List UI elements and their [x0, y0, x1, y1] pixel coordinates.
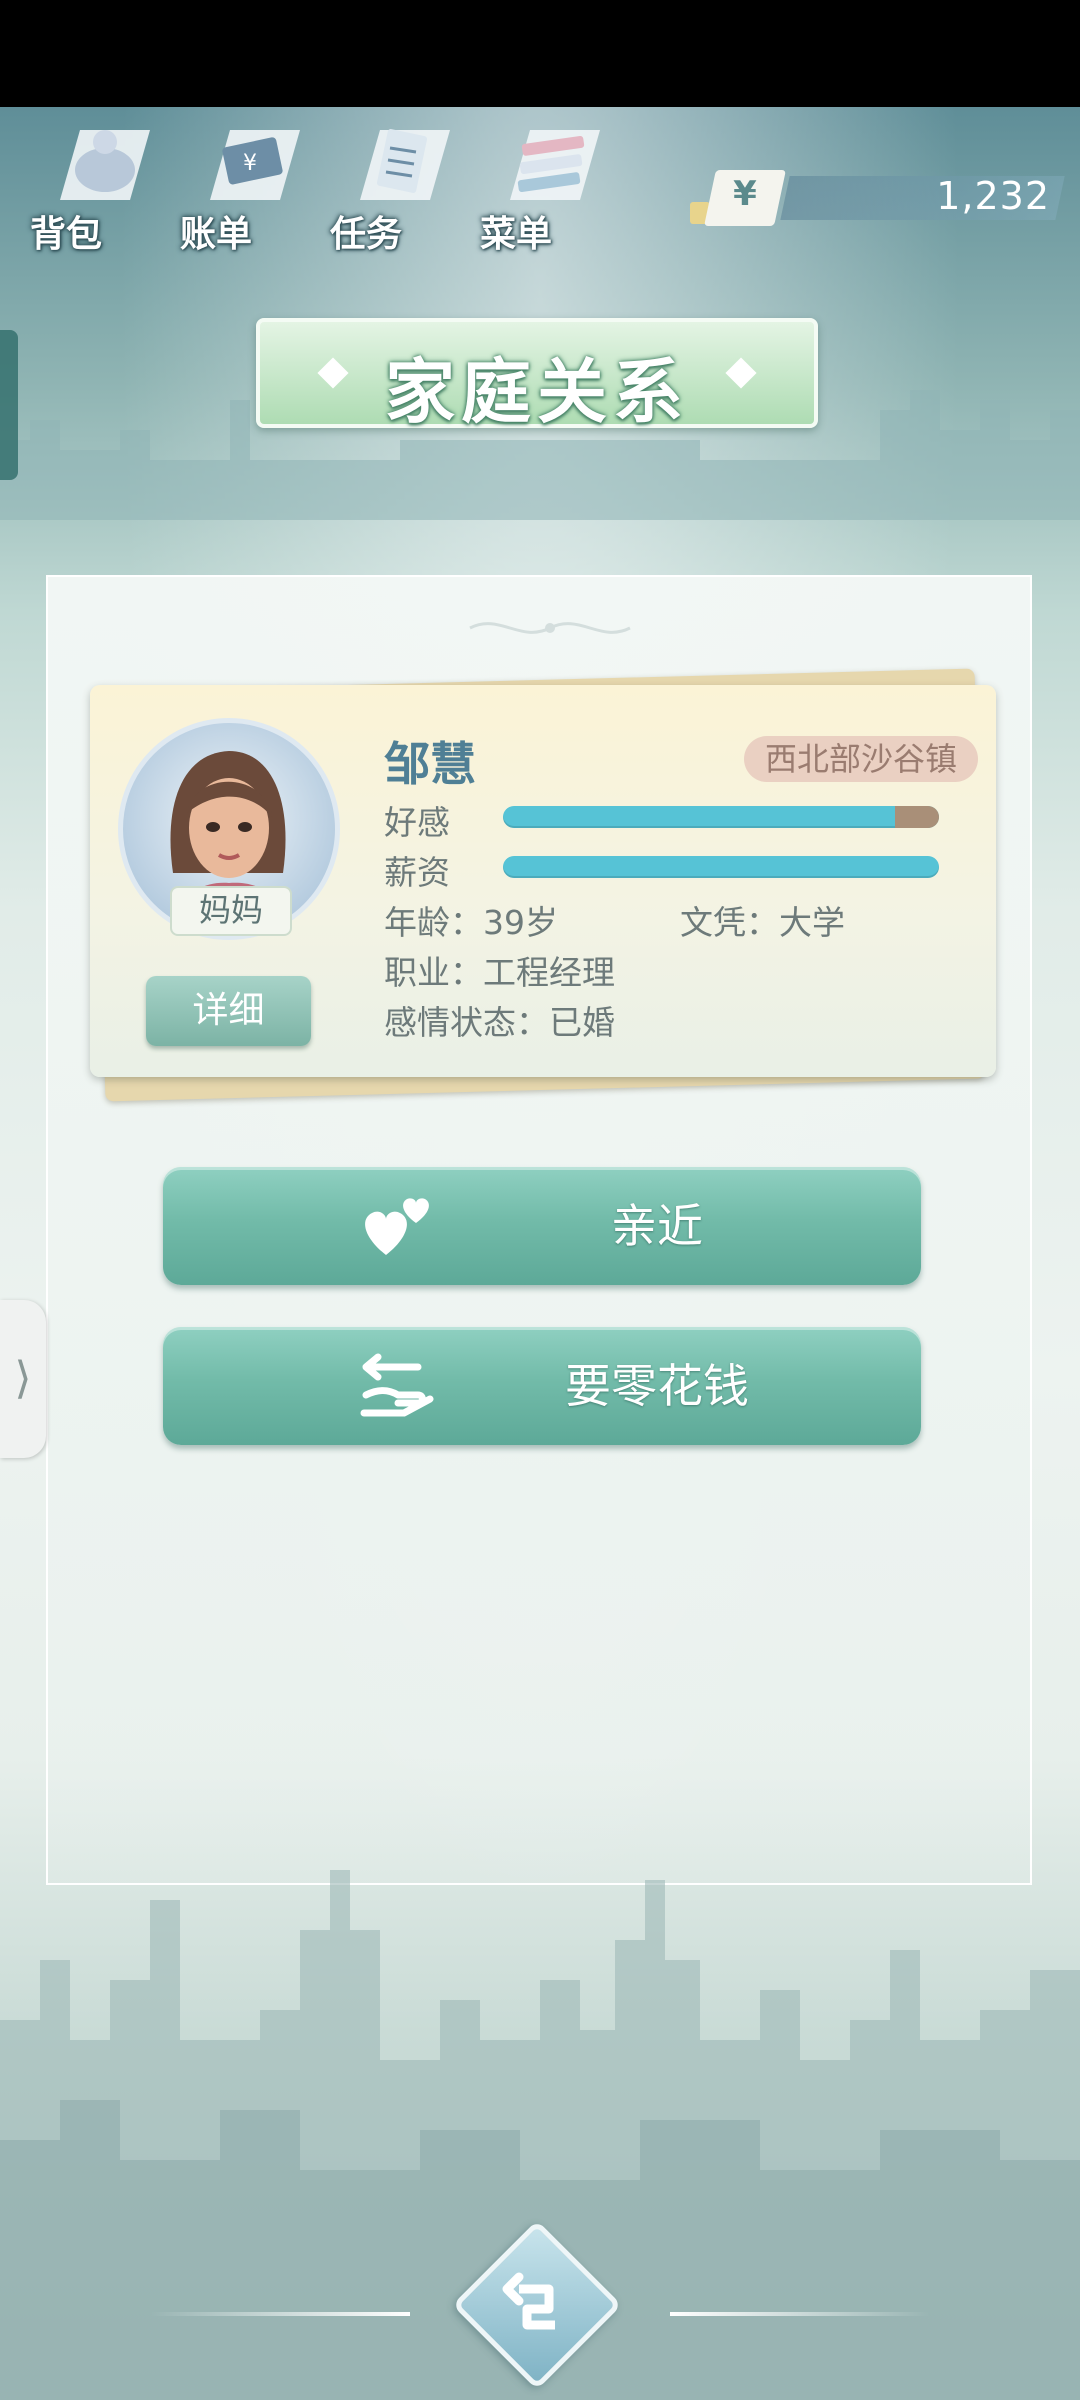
bag-icon [60, 130, 150, 200]
affection-label: 好感 [384, 803, 450, 842]
back-arrow-icon [502, 2272, 555, 2330]
age-text: 年龄：39岁 [384, 903, 558, 942]
left-edge-tab[interactable] [0, 330, 18, 480]
page-title: 家庭关系 [385, 351, 689, 433]
money-value: 1,232 [936, 174, 1050, 218]
money-display: ¥ 1,232 [690, 170, 1070, 226]
side-drawer-handle[interactable]: ⟩ [0, 1300, 46, 1458]
ask-pocket-money-label: 要零花钱 [565, 1359, 749, 1413]
role-label: 妈妈 [170, 886, 292, 936]
menu-task-label: 任务 [330, 214, 403, 255]
relationship-text: 感情状态：已婚 [384, 1003, 615, 1042]
menu-task[interactable]: 任务 [330, 120, 450, 260]
menu-menu-label: 菜单 [480, 214, 553, 255]
member-name: 邹慧 [384, 737, 476, 791]
education-text: 文凭：大学 [680, 903, 845, 942]
deco-line-left [150, 2312, 410, 2316]
salary-bar [503, 856, 939, 878]
menu-icon [510, 130, 600, 200]
get-closer-button[interactable]: 亲近 [163, 1167, 921, 1285]
salary-label: 薪资 [384, 853, 450, 892]
task-icon [360, 129, 450, 200]
currency-symbol: ¥ [733, 174, 757, 214]
affection-bar [503, 806, 939, 828]
menu-menu[interactable]: 菜单 [480, 120, 600, 260]
ask-pocket-money-button[interactable]: 要零花钱 [163, 1327, 921, 1445]
menu-bill[interactable]: ¥ 账单 [180, 120, 300, 260]
svg-text:¥: ¥ [243, 151, 257, 176]
page-title-banner: 家庭关系 [256, 318, 818, 433]
deco-line-right [670, 2312, 930, 2316]
menu-bag-label: 背包 [30, 214, 103, 255]
bill-icon: ¥ [210, 130, 300, 200]
detail-button[interactable]: 详细 [146, 976, 311, 1046]
affection-bar-empty [895, 806, 939, 828]
menu-bag[interactable]: 背包 [30, 120, 150, 260]
menu-bill-label: 账单 [180, 214, 253, 255]
occupation-text: 职业：工程经理 [384, 953, 615, 992]
get-closer-label: 亲近 [611, 1199, 703, 1253]
flourish-ornament [469, 622, 631, 634]
region-badge: 西北部沙谷镇 [744, 736, 978, 782]
status-bar [0, 0, 1080, 107]
